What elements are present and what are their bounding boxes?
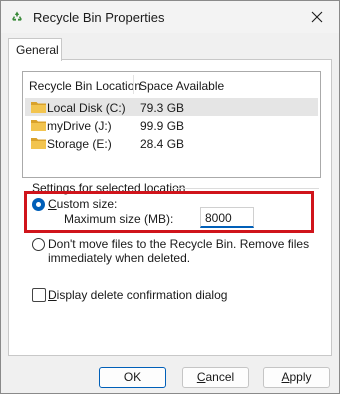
folder-icon xyxy=(31,138,46,149)
close-button[interactable] xyxy=(297,2,337,32)
tab-general-label: General xyxy=(16,43,59,57)
ok-button[interactable]: OK xyxy=(99,367,166,388)
title-bar[interactable]: Recycle Bin Properties xyxy=(1,1,339,33)
column-header-space[interactable]: Space Available xyxy=(139,79,224,93)
list-item[interactable]: Storage (E:) 28.4 GB xyxy=(25,134,318,152)
list-item[interactable]: myDrive (J:) 99.9 GB xyxy=(25,116,318,134)
custom-size-label[interactable]: Custom size: xyxy=(48,197,117,211)
dont-move-label[interactable]: Don't move files to the Recycle Bin. Rem… xyxy=(48,237,309,251)
tab-general[interactable]: General xyxy=(8,38,62,61)
window-title: Recycle Bin Properties xyxy=(33,10,165,25)
settings-group-label: Settings for selected location xyxy=(32,181,186,195)
list-item-name: myDrive (J:) xyxy=(47,119,112,133)
list-item-space: 79.3 GB xyxy=(140,101,185,115)
group-divider xyxy=(171,188,319,189)
dont-move-label-continued[interactable]: immediately when deleted. xyxy=(48,251,190,265)
dont-move-radio[interactable] xyxy=(32,238,45,251)
max-size-label: Maximum size (MB): xyxy=(64,212,174,226)
list-item-name: Storage (E:) xyxy=(47,137,112,151)
apply-button[interactable]: Apply xyxy=(263,367,330,388)
column-divider[interactable] xyxy=(133,75,134,94)
column-header-location[interactable]: Recycle Bin Location xyxy=(29,79,141,93)
recycle-bin-icon xyxy=(12,11,22,21)
folder-icon xyxy=(31,102,46,113)
custom-size-radio[interactable] xyxy=(32,198,45,211)
list-item[interactable]: Local Disk (C:) 79.3 GB xyxy=(25,98,318,116)
list-item-name: Local Disk (C:) xyxy=(47,101,126,115)
list-item-space: 28.4 GB xyxy=(140,137,185,151)
location-list[interactable]: Recycle Bin Location Space Available Loc… xyxy=(22,71,321,178)
cancel-button[interactable]: Cancel xyxy=(182,367,249,388)
folder-icon xyxy=(31,120,46,131)
properties-window: Recycle Bin Properties General Recycle B… xyxy=(0,0,340,394)
close-icon xyxy=(311,11,323,23)
confirm-delete-label[interactable]: Display delete confirmation dialog xyxy=(48,288,227,302)
max-size-input[interactable]: 8000 xyxy=(200,207,254,228)
list-item-space: 99.9 GB xyxy=(140,119,185,133)
confirm-delete-checkbox[interactable] xyxy=(32,288,46,302)
list-header: Recycle Bin Location Space Available xyxy=(23,72,320,97)
